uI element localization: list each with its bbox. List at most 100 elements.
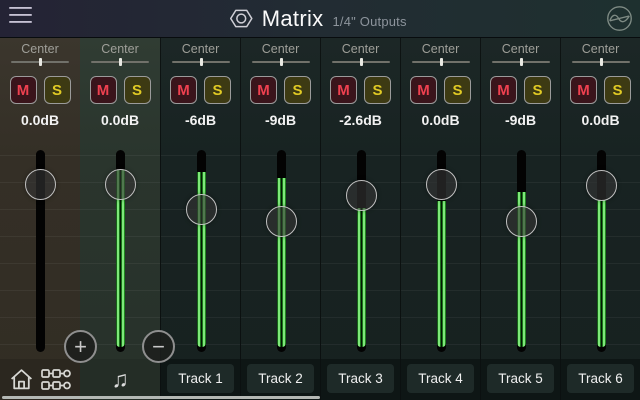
pan-center-tick <box>359 57 363 67</box>
pan-center-tick <box>118 57 122 67</box>
hex-nut-icon <box>229 7 253 30</box>
pan-center-tick <box>38 57 42 67</box>
channel-strip-track-5: Center M S -9dB Track 5 <box>480 37 560 400</box>
mute-button[interactable]: M <box>9 76 37 104</box>
fader-knob[interactable] <box>585 170 617 201</box>
pan-slider[interactable] <box>11 57 69 67</box>
mixer-app: Matrix 1/4" Outputs Center M S 0.0dB Cen… <box>0 0 640 400</box>
track-name-label[interactable]: Track 5 <box>487 364 554 393</box>
pan-label: Center <box>341 42 380 56</box>
solo-button[interactable]: S <box>204 76 231 104</box>
level-value: -9dB <box>264 112 297 128</box>
level-meter <box>276 178 286 347</box>
mute-button[interactable]: M <box>89 76 117 104</box>
mute-solo-row: M S <box>481 76 560 104</box>
pan-slider[interactable] <box>412 57 470 67</box>
page-subtitle: 1/4" Outputs <box>332 13 407 29</box>
mute-button[interactable]: M <box>330 76 357 104</box>
fader-knob[interactable] <box>24 169 56 200</box>
fader-knob[interactable] <box>265 206 297 237</box>
fader-knob[interactable] <box>425 169 457 200</box>
mute-button[interactable]: M <box>490 76 517 104</box>
solo-button[interactable]: S <box>444 76 471 104</box>
strip-footer: Track 6 <box>561 359 640 400</box>
home-icon[interactable] <box>9 367 34 392</box>
fader-zone <box>241 137 320 359</box>
level-meter <box>436 201 446 347</box>
level-value: 0.0dB <box>20 112 60 128</box>
track-name-label[interactable]: Track 6 <box>567 364 634 393</box>
mute-button[interactable]: M <box>250 76 277 104</box>
pan-slider[interactable] <box>492 57 550 67</box>
footer-icons <box>9 367 72 393</box>
pan-center-tick <box>199 57 203 67</box>
strip-footer <box>0 359 80 400</box>
mute-solo-row: M S <box>161 76 240 104</box>
pan-slider[interactable] <box>332 57 390 67</box>
mute-solo-row: M S <box>321 76 400 104</box>
pan-center-tick <box>519 57 523 67</box>
track-name-label[interactable]: Track 1 <box>167 364 234 393</box>
level-value: 0.0dB <box>100 112 140 128</box>
page-title: Matrix <box>261 5 324 31</box>
horizontal-scrollbar[interactable] <box>2 396 320 399</box>
channel-strip-track-6: Center M S 0.0dB Track 6 <box>560 37 640 400</box>
header-bar: Matrix 1/4" Outputs <box>0 0 640 38</box>
music-note-icon[interactable]: ♫ <box>111 368 128 391</box>
strip-footer: Track 2 <box>241 359 320 400</box>
add-track-button[interactable]: + <box>64 330 97 363</box>
pan-label: Center <box>181 42 220 56</box>
pan-slider[interactable] <box>572 57 630 67</box>
channel-strip-track-4: Center M S 0.0dB Track 4 <box>400 37 480 400</box>
pan-center-tick <box>599 57 603 67</box>
pan-slider[interactable] <box>172 57 230 67</box>
mute-button[interactable]: M <box>170 76 197 104</box>
strip-footer: Track 3 <box>321 359 400 400</box>
fader-knob[interactable] <box>185 194 217 225</box>
level-value: 0.0dB <box>421 112 460 128</box>
routing-matrix-icon[interactable] <box>40 367 72 393</box>
solo-button[interactable]: S <box>604 76 631 104</box>
level-meter <box>596 200 606 347</box>
fader-zone <box>401 137 480 359</box>
track-name-label[interactable]: Track 3 <box>327 364 394 393</box>
mute-button[interactable]: M <box>410 76 437 104</box>
fader-knob[interactable] <box>345 180 377 211</box>
pan-label: Center <box>581 42 620 56</box>
level-meter <box>356 208 366 347</box>
pan-center-tick <box>439 57 443 67</box>
mute-solo-row: M S <box>401 76 480 104</box>
mute-solo-row: M S <box>0 76 80 104</box>
channel-strip-track-3: Center M S -2.6dB Track 3 <box>320 37 400 400</box>
fader-knob[interactable] <box>505 206 537 237</box>
title-group: Matrix 1/4" Outputs <box>229 0 407 37</box>
menu-hamburger-icon[interactable] <box>9 7 32 23</box>
solo-button[interactable]: S <box>284 76 311 104</box>
track-name-label[interactable]: Track 4 <box>407 364 474 393</box>
fader-zone <box>80 137 160 359</box>
strip-footer: Track 1 <box>161 359 240 400</box>
track-name-label[interactable]: Track 2 <box>247 364 314 393</box>
level-value: -6dB <box>184 112 217 128</box>
fader-knob[interactable] <box>104 169 136 200</box>
pan-slider[interactable] <box>252 57 310 67</box>
pan-label: Center <box>261 42 300 56</box>
pan-slider[interactable] <box>91 57 149 67</box>
mute-button[interactable]: M <box>570 76 597 104</box>
fader-zone <box>561 137 640 359</box>
solo-button[interactable]: S <box>123 76 151 104</box>
solo-button[interactable]: S <box>43 76 71 104</box>
mute-solo-row: M S <box>561 76 640 104</box>
solo-button[interactable]: S <box>524 76 551 104</box>
level-value: -2.6dB <box>339 112 382 128</box>
channel-strip-track-2: Center M S -9dB Track 2 <box>240 37 320 400</box>
pan-label: Center <box>21 42 59 56</box>
mute-solo-row: M S <box>241 76 320 104</box>
remove-track-button[interactable]: − <box>142 330 175 363</box>
solo-button[interactable]: S <box>364 76 391 104</box>
mute-solo-row: M S <box>80 76 160 104</box>
fader-zone <box>0 137 80 359</box>
strip-footer: Track 5 <box>481 359 560 400</box>
pan-label: Center <box>421 42 460 56</box>
level-value: 0.0dB <box>581 112 620 128</box>
